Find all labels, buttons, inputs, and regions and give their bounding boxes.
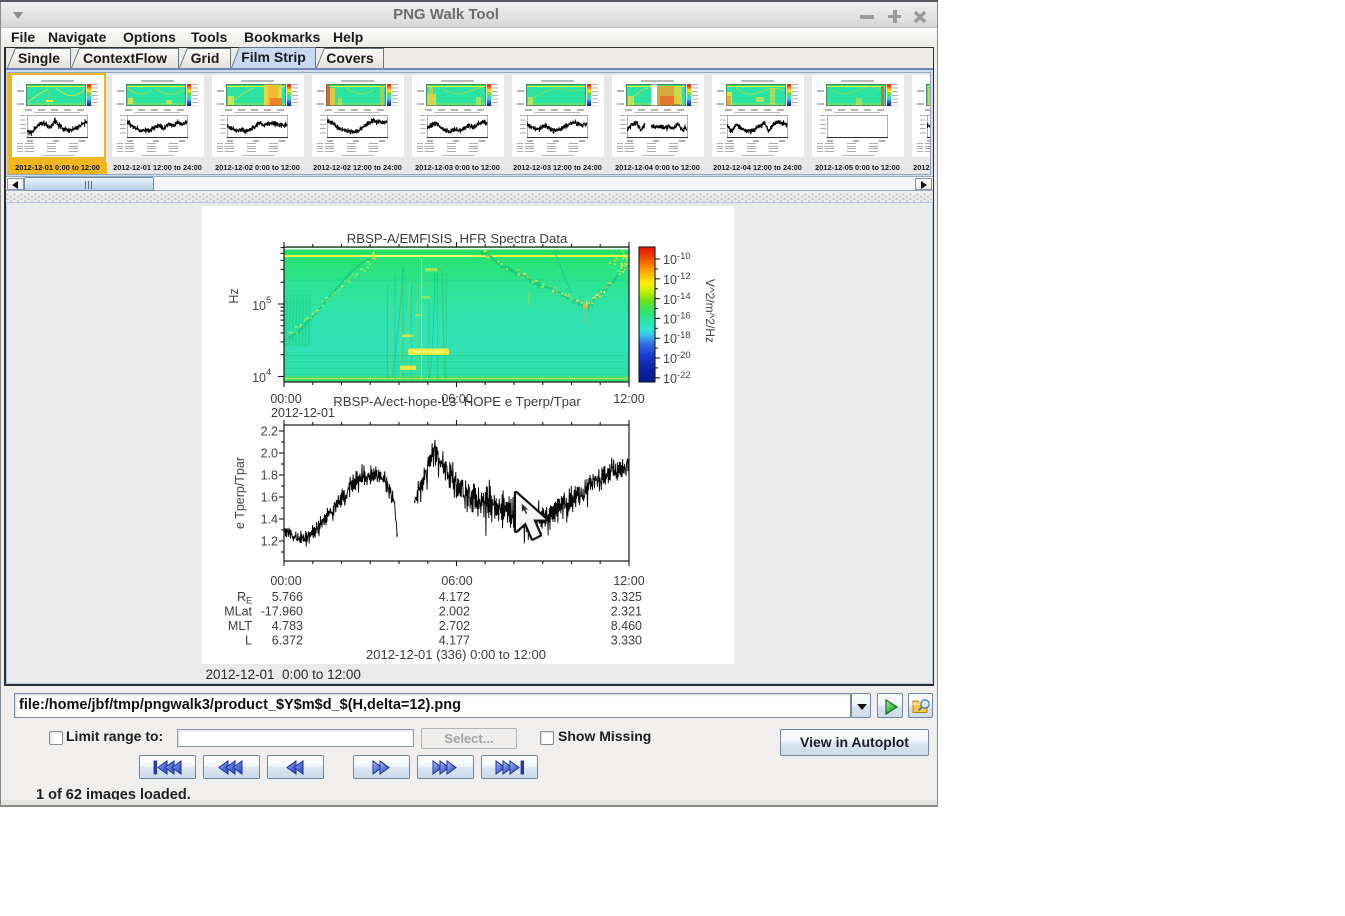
svg-text:2.702: 2.702 [439, 619, 470, 633]
svg-text:2.2: 2.2 [261, 425, 278, 439]
svg-text:5.766: 5.766 [272, 590, 303, 604]
svg-text:5: 5 [266, 295, 271, 306]
svg-text:10: 10 [252, 299, 266, 313]
svg-text:4: 4 [266, 367, 271, 378]
svg-text:12:00: 12:00 [613, 574, 644, 588]
svg-text:1.6: 1.6 [261, 491, 278, 505]
svg-text:12:00: 12:00 [613, 392, 644, 406]
svg-text:10-10: 10-10 [663, 251, 691, 267]
svg-text:2.321: 2.321 [611, 605, 642, 619]
svg-text:MLat: MLat [224, 605, 252, 619]
svg-text:V^2/m^2/Hz: V^2/m^2/Hz [703, 279, 717, 343]
svg-text:10-16: 10-16 [663, 311, 691, 327]
svg-text:1.8: 1.8 [261, 469, 278, 483]
svg-text:RE: RE [237, 590, 252, 606]
svg-text:4.177: 4.177 [439, 634, 470, 648]
svg-text:L: L [245, 634, 252, 648]
svg-text:3.325: 3.325 [611, 590, 642, 604]
svg-text:1.4: 1.4 [261, 513, 278, 527]
svg-text:00:00: 00:00 [270, 392, 301, 406]
svg-text:06:00: 06:00 [441, 574, 472, 588]
svg-text:3.330: 3.330 [611, 634, 642, 648]
svg-text:10-18: 10-18 [663, 330, 691, 346]
svg-text:2012-12-01: 2012-12-01 [271, 406, 335, 420]
svg-text:2012-12-01 (336) 0:00 to 12:00: 2012-12-01 (336) 0:00 to 12:00 [366, 647, 546, 662]
svg-text:10-20: 10-20 [663, 350, 691, 366]
svg-text:-17.960: -17.960 [261, 605, 303, 619]
svg-text:Hz: Hz [227, 288, 241, 303]
svg-text:4.783: 4.783 [272, 619, 303, 633]
svg-text:10-14: 10-14 [663, 291, 691, 307]
svg-text:4.172: 4.172 [439, 590, 470, 604]
svg-text:RBSP-A/EMFISIS HFR Spectra Da: RBSP-A/EMFISIS HFR Spectra Data [347, 231, 568, 246]
svg-text:MLT: MLT [228, 619, 252, 633]
svg-text:8.460: 8.460 [611, 619, 642, 633]
svg-text:10-12: 10-12 [663, 271, 691, 287]
svg-text:e Tperp/Tpar: e Tperp/Tpar [233, 457, 247, 529]
svg-text:2.0: 2.0 [261, 447, 278, 461]
svg-text:2.002: 2.002 [439, 605, 470, 619]
svg-text:00:00: 00:00 [270, 574, 301, 588]
svg-text:1.2: 1.2 [261, 535, 278, 549]
svg-text:10: 10 [252, 371, 266, 385]
svg-text:RBSP-A/ect-hope-L3 HOPE e Tpe: RBSP-A/ect-hope-L3 HOPE e Tperp/Tpar [333, 394, 581, 409]
svg-text:10-22: 10-22 [663, 370, 691, 386]
svg-text:6.372: 6.372 [272, 634, 303, 648]
